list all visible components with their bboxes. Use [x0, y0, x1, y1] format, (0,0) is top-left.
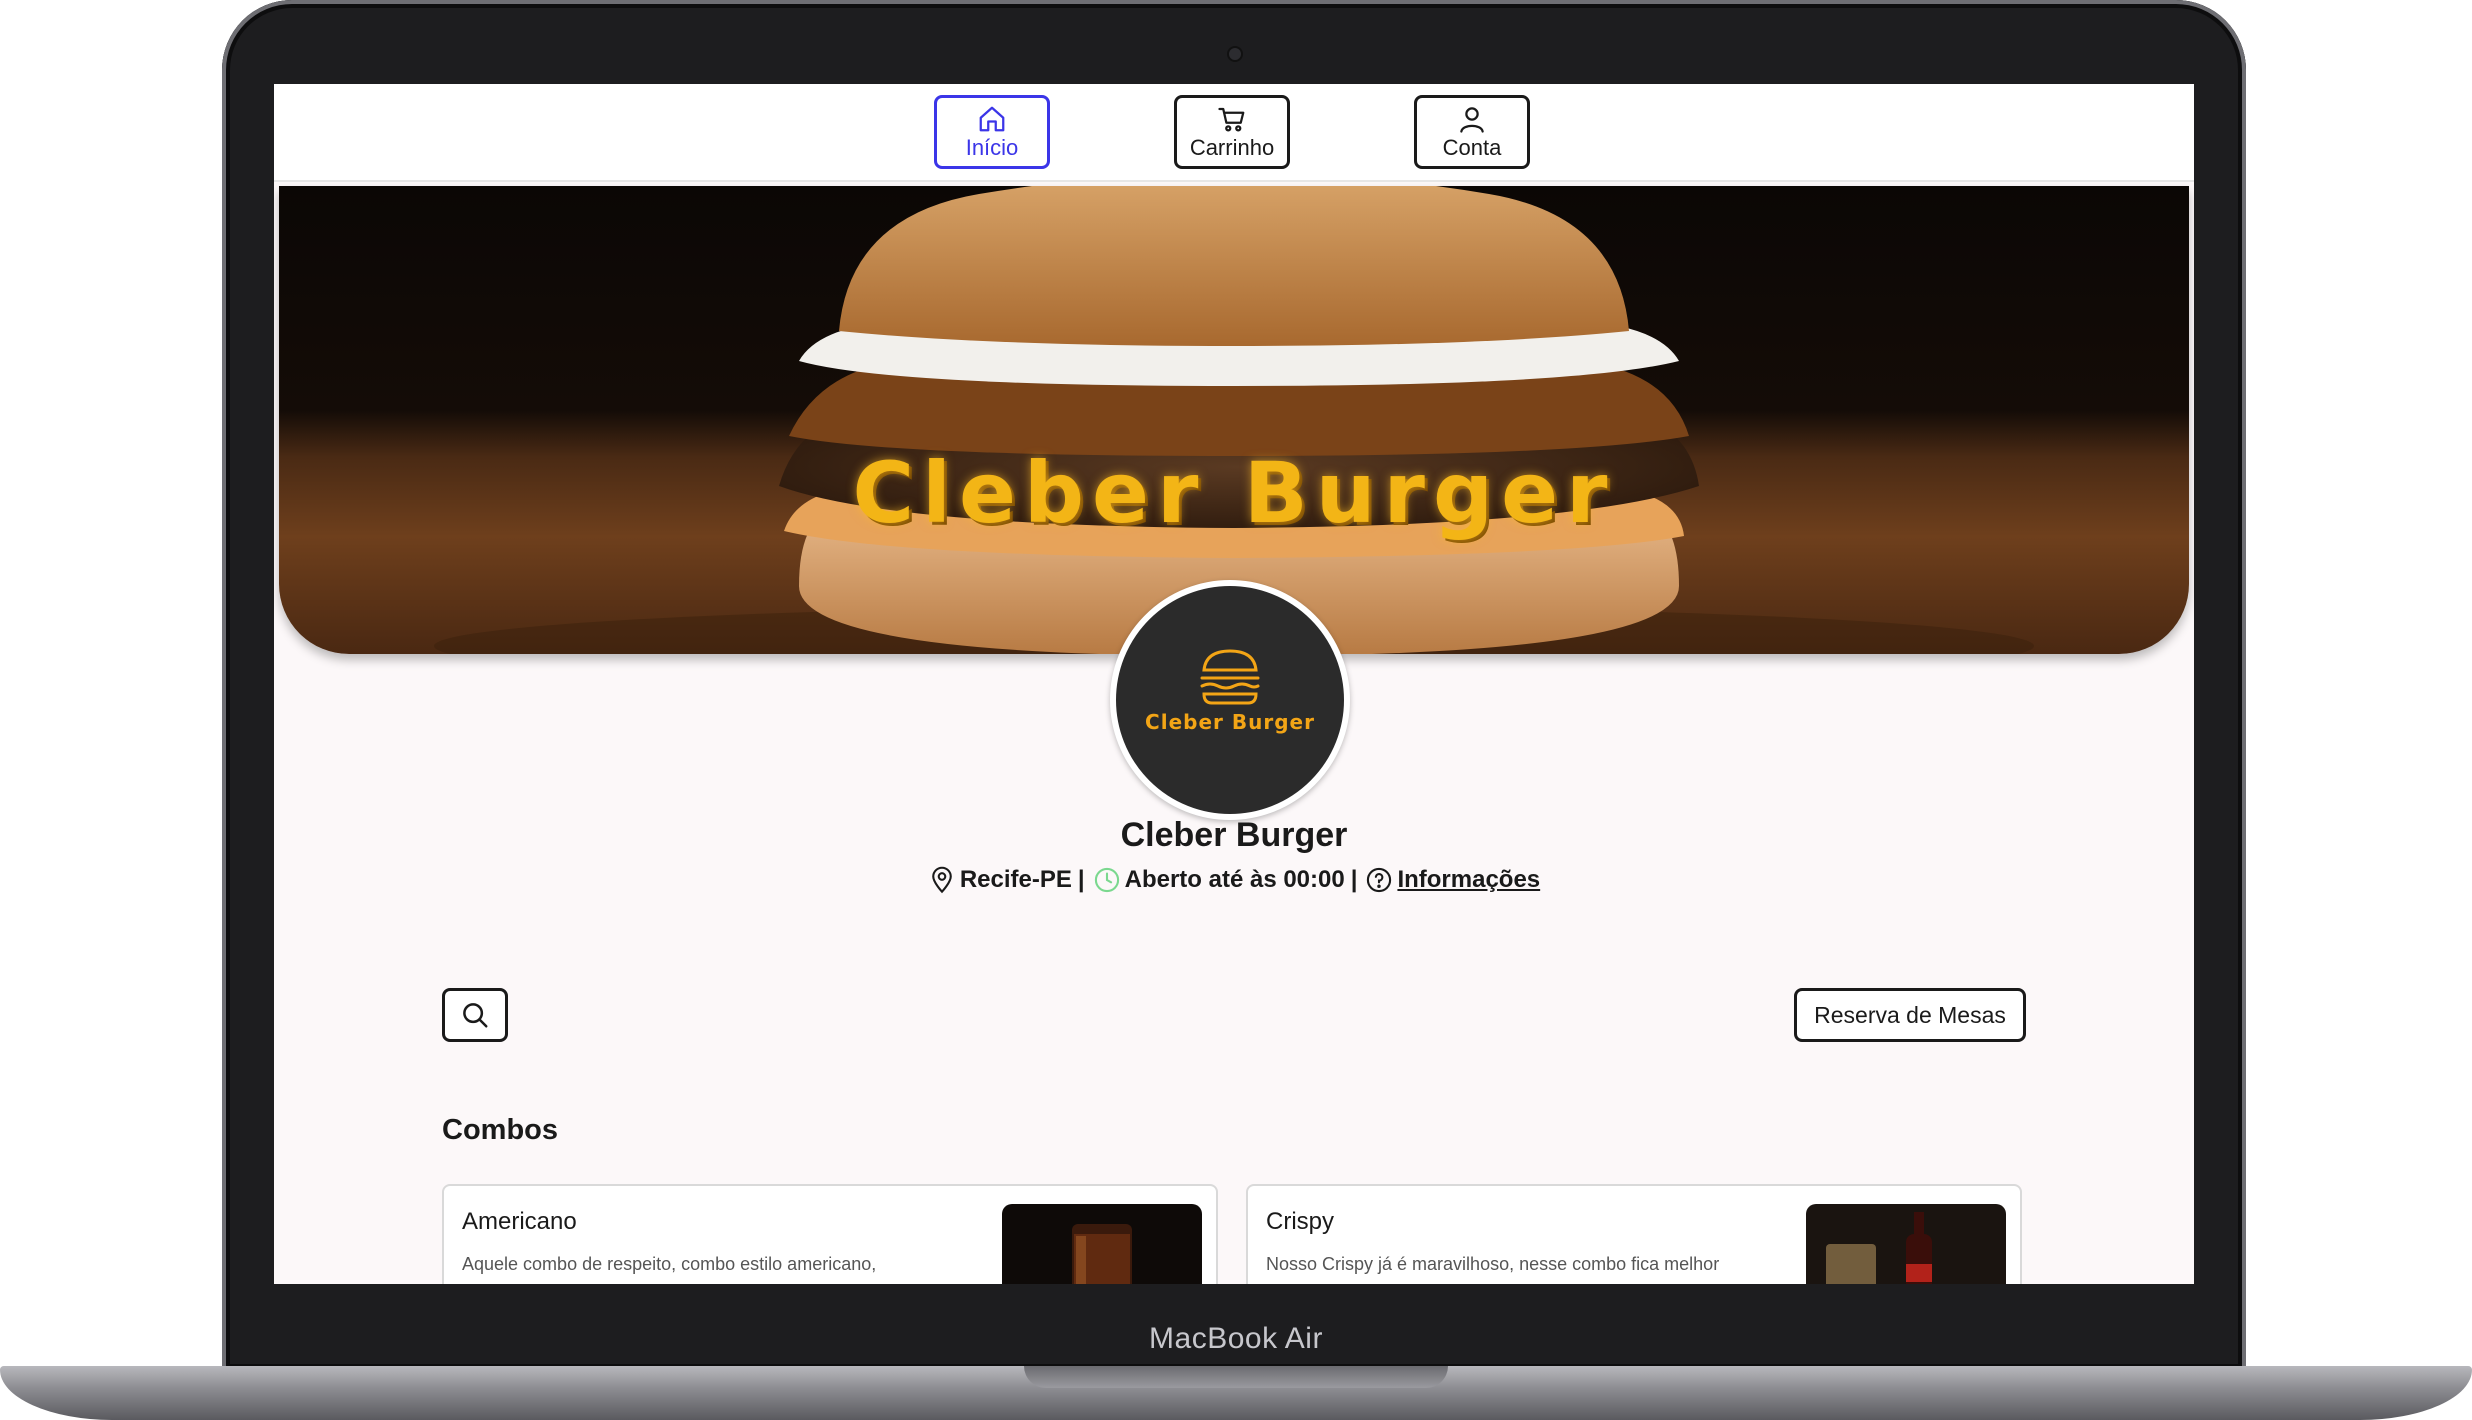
- camera: [1229, 48, 1241, 60]
- separator: |: [1077, 866, 1085, 893]
- nav-account-label: Conta: [1442, 135, 1502, 160]
- home-icon: [979, 106, 1005, 132]
- separator: |: [1350, 866, 1358, 893]
- screen: Início Carrinho Conta Cleber Burger Cleb…: [274, 84, 2194, 1284]
- product-card[interactable]: Crispy Nosso Crispy já é maravilhoso, ne…: [1246, 1184, 2022, 1284]
- nav-account-button[interactable]: Conta: [1414, 95, 1530, 169]
- product-title: Americano: [462, 1208, 577, 1235]
- section-title: Combos: [442, 1114, 558, 1146]
- nav-cart-button[interactable]: Carrinho: [1174, 95, 1290, 169]
- store-logo: Cleber Burger: [1110, 580, 1350, 820]
- info-link[interactable]: Informações: [1397, 866, 1540, 894]
- store-location: Recife-PE: [959, 866, 1072, 893]
- nav-cart-label: Carrinho: [1189, 135, 1275, 160]
- logo-text: Cleber Burger: [1145, 710, 1315, 734]
- product-image: [1806, 1204, 2006, 1284]
- store-name: Cleber Burger: [1120, 816, 1348, 854]
- search-icon: [463, 1003, 488, 1028]
- store-hours: Aberto até às 00:00: [1124, 866, 1345, 893]
- nav-home-button[interactable]: Início: [934, 95, 1050, 169]
- help-icon: [1367, 867, 1392, 893]
- device-label: MacBook Air: [1149, 1322, 1323, 1355]
- product-card[interactable]: Americano Aquele combo de respeito, comb…: [442, 1184, 1218, 1284]
- user-icon: [1460, 107, 1484, 133]
- product-description: Aquele combo de respeito, combo estilo a…: [462, 1254, 877, 1274]
- store-info: Recife-PE | Aberto até às 00:00 | Inform…: [274, 866, 2194, 894]
- product-title: Crispy: [1266, 1208, 1335, 1235]
- search-button[interactable]: [442, 988, 508, 1042]
- top-navigation: Início Carrinho Conta: [274, 84, 2194, 182]
- nav-home-label: Início: [965, 135, 1019, 160]
- product-image: [1002, 1204, 1202, 1284]
- cart-icon: [1218, 107, 1245, 132]
- reserve-tables-button[interactable]: Reserva de Mesas: [1794, 988, 2026, 1042]
- product-description: Nosso Crispy já é maravilhoso, nesse com…: [1266, 1254, 1720, 1274]
- clock-icon: [1094, 867, 1119, 893]
- location-pin-icon: [932, 866, 952, 894]
- laptop-mockup: MacBook Air Início Carrinho Conta Cleber…: [0, 0, 2472, 1420]
- laptop-notch: [1024, 1366, 1448, 1388]
- banner-title: Cleber Burger: [852, 444, 1616, 542]
- burger-icon: [1200, 649, 1260, 705]
